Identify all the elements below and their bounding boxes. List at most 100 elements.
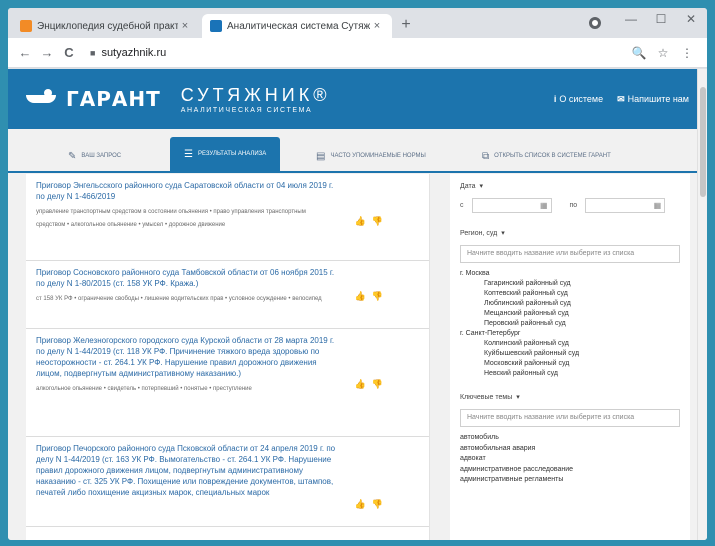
thumbs-down-icon[interactable]: 👎 (372, 216, 383, 226)
calendar-icon[interactable]: ▦ (654, 201, 662, 210)
court-item[interactable]: Невский районный суд (460, 369, 680, 379)
thumbs-down-icon[interactable]: 👎 (372, 499, 383, 509)
region-filter-label: Регион, суд (460, 230, 498, 237)
lock-icon[interactable]: ■ (90, 48, 95, 58)
about-link-label: О системе (559, 93, 604, 104)
region-item[interactable]: г. Санкт-Петербург (460, 329, 680, 339)
brand-block: СУТЯЖНИК® АНАЛИТИЧЕСКАЯ СИСТЕМА (181, 85, 331, 114)
tab-open-in-garant[interactable]: ⧉ ОТКРЫТЬ СПИСОК В СИСТЕМЕ ГАРАНТ (482, 141, 611, 171)
court-item[interactable]: Мещанский районный суд (460, 309, 680, 319)
result-tags: управление транспортным средством в сост… (36, 209, 306, 228)
thumbs-down-icon[interactable]: 👎 (372, 291, 383, 301)
header-links: iО системе ✉ Напишите нам (554, 94, 689, 105)
court-item[interactable]: Московский районный суд (460, 359, 680, 369)
tab-close-icon[interactable]: × (370, 20, 384, 32)
date-to-label: по (569, 202, 578, 209)
page-scrollbar[interactable] (697, 69, 707, 540)
browser-toolbar: ← → C ■ sutyazhnik.ru 🔍 ☆ ⋮ (8, 38, 707, 68)
chevron-down-icon: ▾ (501, 230, 505, 237)
thumbs-down-icon[interactable]: 👎 (372, 379, 383, 389)
region-search-input[interactable]: Начните вводить название или выберите из… (460, 245, 680, 263)
scrollbar-thumb[interactable] (700, 87, 706, 197)
tab-label: ОТКРЫТЬ СПИСОК В СИСТЕМЕ ГАРАНТ (494, 153, 611, 159)
address-bar[interactable]: sutyazhnik.ru (101, 47, 627, 59)
result-card: Приговор Печорского районного суда Псков… (26, 437, 429, 527)
theme-item[interactable]: административное расследование (460, 465, 680, 476)
chevron-down-icon: ▾ (479, 183, 484, 190)
tab-close-icon[interactable]: × (178, 20, 192, 32)
contact-link-label: Напишите нам (627, 93, 689, 104)
result-title-link[interactable]: Приговор Железногорского городского суда… (36, 335, 336, 379)
result-title-link[interactable]: Приговор Энгельсского районного суда Сар… (36, 180, 336, 202)
mail-icon: ✉ (617, 93, 625, 104)
tab-label: ЧАСТО УПОМИНАЕМЫЕ НОРМЫ (330, 153, 426, 159)
rating-controls: 👍 👎 (349, 291, 383, 302)
close-window-button[interactable]: ✕ (680, 12, 702, 26)
tab-your-query[interactable]: ✎ ВАШ ЗАПРОС (68, 141, 121, 171)
rating-controls: 👍 👎 (349, 216, 383, 227)
themes-filter-toggle[interactable]: Ключевые темы ▾ (460, 393, 680, 401)
thumbs-up-icon[interactable]: 👍 (355, 216, 366, 226)
brand-garant[interactable]: ГАРАНТ (66, 87, 161, 111)
browser-menu-icon[interactable]: ⋮ (675, 46, 699, 60)
minimize-button[interactable]: — (620, 12, 642, 26)
tab-analysis-results[interactable]: ☰ РЕЗУЛЬТАТЫ АНАЛИЗА (170, 137, 281, 171)
brand-subtitle: АНАЛИТИЧЕСКАЯ СИСТЕМА (180, 106, 313, 114)
theme-item[interactable]: автомобиль (460, 433, 680, 444)
garant-logo-icon[interactable] (26, 89, 60, 109)
sutyazhnik-favicon-icon (210, 20, 222, 32)
themes-filter-label: Ключевые темы (460, 394, 513, 401)
theme-item[interactable]: адвокат (460, 454, 680, 465)
document-icon: ▤ (316, 150, 326, 162)
bookmark-star-icon[interactable]: ☆ (651, 46, 675, 60)
tab-label: ВАШ ЗАПРОС (81, 153, 122, 159)
court-item[interactable]: Перовский районный суд (460, 319, 680, 329)
calendar-icon[interactable]: ▦ (540, 201, 548, 210)
results-list: Приговор Энгельсского районного суда Сар… (26, 174, 430, 540)
date-to-input[interactable]: ▦ (585, 198, 666, 213)
court-item[interactable]: Коптевский районный суд (460, 289, 680, 299)
court-item[interactable]: Люблинский районный суд (460, 299, 680, 309)
thumbs-up-icon[interactable]: 👍 (355, 291, 366, 301)
new-tab-button[interactable]: + (396, 16, 416, 34)
browser-tab-encyclopedia[interactable]: Энциклопедия судебной практ... × (12, 14, 200, 38)
result-title-link[interactable]: Приговор Сосновского районного суда Тамб… (36, 267, 336, 289)
web-page: ГАРАНТ СУТЯЖНИК® АНАЛИТИЧЕСКАЯ СИСТЕМА i… (8, 69, 707, 540)
court-item[interactable]: Куйбышевский районный суд (460, 349, 680, 359)
region-item[interactable]: г. Москва (460, 269, 680, 279)
theme-item[interactable]: административные регламенты (460, 475, 680, 486)
date-filter-toggle[interactable]: Дата ▾ (460, 182, 680, 190)
tab-title: Аналитическая система Сутяж... (227, 20, 370, 32)
browser-window: Энциклопедия судебной практ... × Аналити… (8, 8, 707, 540)
open-list-icon: ⧉ (482, 150, 490, 162)
thumbs-up-icon[interactable]: 👍 (355, 379, 366, 389)
thumbs-up-icon[interactable]: 👍 (355, 499, 366, 509)
tab-frequent-norms[interactable]: ▤ ЧАСТО УПОМИНАЕМЫЕ НОРМЫ (316, 141, 426, 171)
court-item[interactable]: Гагаринский районный суд (460, 279, 680, 289)
date-range: с ▦ по ▦ (460, 198, 680, 213)
contact-link[interactable]: ✉ Напишите нам (617, 94, 689, 105)
result-title-link[interactable]: Приговор Печорского районного суда Псков… (36, 443, 336, 498)
account-icon[interactable] (589, 17, 601, 29)
back-button[interactable]: ← (14, 45, 36, 60)
about-link[interactable]: iО системе (554, 94, 603, 105)
date-from-input[interactable]: ▦ (471, 198, 552, 213)
themes-search-input[interactable]: Начните вводить название или выберите из… (460, 409, 680, 427)
forward-button[interactable]: → (36, 45, 58, 60)
result-card: Приговор Энгельсского районного суда Сар… (26, 174, 429, 261)
result-tags: алкогольное опьянение • свидетель • поте… (36, 386, 252, 392)
court-item[interactable]: Колпинский районный суд (460, 339, 680, 349)
reload-button[interactable]: C (58, 45, 80, 60)
date-filter-label: Дата (460, 183, 476, 190)
zoom-icon[interactable]: 🔍 (627, 46, 651, 60)
page-tabs: ✎ ВАШ ЗАПРОС ☰ РЕЗУЛЬТАТЫ АНАЛИЗА ▤ ЧАСТ… (8, 129, 707, 173)
garant-favicon-icon (20, 20, 32, 32)
tab-title: Энциклопедия судебной практ... (37, 20, 178, 32)
region-filter-toggle[interactable]: Регион, суд ▾ (460, 229, 680, 237)
filters-panel: Дата ▾ с ▦ по ▦ Регион, суд ▾ Начните ввод… (450, 174, 690, 540)
browser-tab-sutyazhnik[interactable]: Аналитическая система Сутяж... × (202, 14, 392, 38)
theme-item[interactable]: автомобильная авария (460, 444, 680, 455)
tab-label: РЕЗУЛЬТАТЫ АНАЛИЗА (197, 151, 267, 157)
maximize-button[interactable]: ☐ (650, 12, 672, 26)
edit-icon: ✎ (68, 150, 77, 162)
